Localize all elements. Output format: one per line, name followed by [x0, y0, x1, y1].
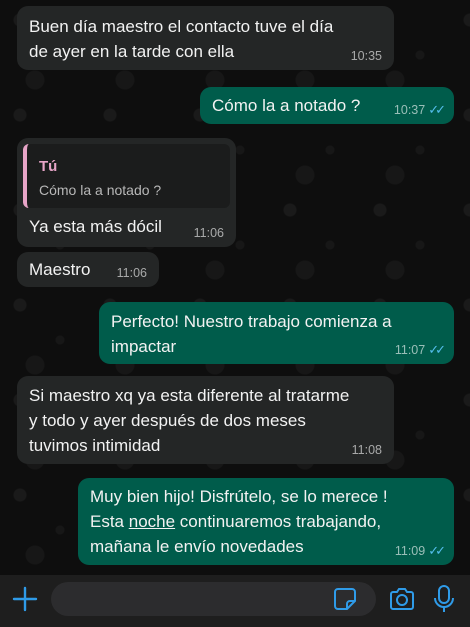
composer-bar — [0, 575, 470, 627]
message-time-status: 11:09 ✓✓ — [394, 543, 446, 559]
message-text-line: Esta noche continuaremos trabajando, — [90, 509, 442, 534]
message-text: Perfecto! Nuestro trabajo comienza a — [111, 312, 392, 331]
message-time: 11:07 — [394, 343, 426, 357]
message-text: continuaremos trabajando, — [175, 512, 382, 531]
message-time: 10:35 — [350, 49, 382, 63]
message-bubble-outgoing[interactable]: Cómo la a notado ? 10:37 ✓✓ — [200, 87, 454, 124]
message-bubble-outgoing[interactable]: Perfecto! Nuestro trabajo comienza a imp… — [99, 302, 454, 364]
message-time-status: 10:37 ✓✓ — [393, 102, 446, 118]
message-text: mañana le envío novedades — [90, 537, 304, 556]
double-check-icon: ✓✓ — [428, 543, 446, 558]
message-bubble-incoming-reply[interactable]: Tú Cómo la a notado ? Ya esta más dócil … — [17, 138, 236, 247]
message-text: Si maestro xq ya esta diferente al trata… — [29, 386, 350, 405]
message-time: 11:09 — [394, 544, 426, 558]
message-text: y todo y ayer después de dos meses — [29, 411, 306, 430]
message-text: de ayer en la tarde con ella — [29, 42, 235, 61]
quoted-message[interactable]: Tú Cómo la a notado ? — [23, 144, 230, 208]
message-text: Esta — [90, 512, 129, 531]
message-text: Muy bien hijo! Disfrútelo, se lo merece … — [90, 487, 388, 506]
message-input[interactable] — [51, 582, 376, 616]
message-time: 11:06 — [193, 226, 224, 240]
message-text: Ya esta más dócil — [29, 217, 162, 236]
message-link[interactable]: noche — [129, 512, 175, 531]
double-check-icon: ✓✓ — [428, 102, 446, 117]
plus-icon[interactable] — [11, 585, 39, 613]
message-time: 11:06 — [116, 266, 147, 280]
message-text: tuvimos intimidad — [29, 436, 161, 455]
message-list[interactable]: Buen día maestro el contacto tuve el día… — [0, 0, 470, 575]
message-time: 10:37 — [393, 103, 426, 117]
message-time: 11:08 — [351, 443, 382, 457]
message-time-status: 11:07 ✓✓ — [394, 342, 446, 358]
message-text: Buen día maestro el contacto tuve el día — [29, 17, 334, 36]
quote-text: Cómo la a notado ? — [39, 182, 162, 198]
microphone-icon[interactable] — [432, 584, 456, 614]
camera-icon[interactable] — [388, 586, 416, 612]
message-text: impactar — [111, 337, 177, 356]
sticker-icon[interactable] — [333, 587, 357, 611]
double-check-icon: ✓✓ — [428, 342, 446, 357]
message-bubble-outgoing[interactable]: Muy bien hijo! Disfrútelo, se lo merece … — [78, 478, 454, 565]
quote-author: Tú — [39, 158, 58, 175]
message-bubble-incoming[interactable]: Maestro 11:06 — [17, 252, 159, 287]
message-bubble-incoming[interactable]: Buen día maestro el contacto tuve el día… — [17, 6, 394, 70]
message-bubble-incoming[interactable]: Si maestro xq ya esta diferente al trata… — [17, 376, 394, 464]
